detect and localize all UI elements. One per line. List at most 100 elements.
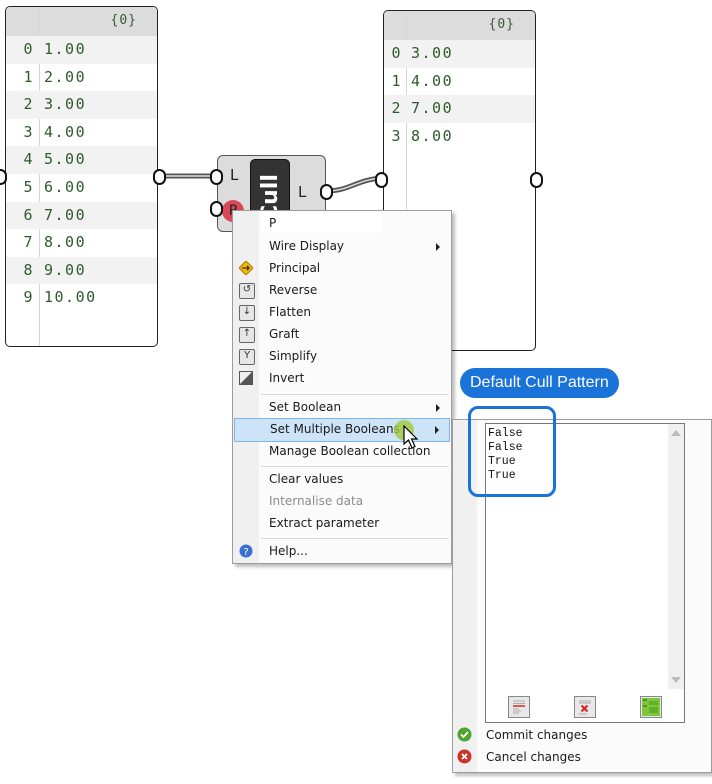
cancel-label: Cancel changes: [486, 750, 581, 764]
delete-button[interactable]: [574, 696, 596, 718]
row-value: 8.00: [44, 233, 87, 252]
row-index: 5: [23, 177, 34, 196]
row-value: 5.00: [44, 150, 87, 169]
row-index: 2: [391, 99, 402, 118]
clear-list-button[interactable]: [508, 696, 530, 718]
menu-item-extract-parameter[interactable]: Extract parameter: [234, 513, 450, 535]
row-value: 8.00: [411, 126, 454, 145]
menu-item-label: Wire Display: [269, 239, 345, 253]
row-index: 4: [23, 150, 34, 169]
menu-item-label: Simplify: [269, 349, 318, 363]
help-icon: ?: [239, 544, 253, 558]
output-panel-in-port[interactable]: [375, 172, 388, 188]
simplify-icon: Y: [239, 349, 255, 365]
row-index: 0: [391, 44, 402, 62]
principal-icon: [239, 261, 253, 275]
panel-row: 3 8.00: [384, 123, 535, 151]
vertical-scrollbar[interactable]: [668, 424, 684, 689]
panel-row: 0 3.00: [384, 40, 535, 68]
menu-item-label: Set Boolean: [269, 400, 342, 414]
output-list-label: L: [298, 183, 307, 201]
row-index: 8: [23, 260, 34, 279]
row-value: 9.00: [44, 260, 87, 279]
fill-pattern-icon: [642, 698, 660, 716]
menu-item-label: Extract parameter: [269, 516, 380, 530]
cancel-changes-item[interactable]: Cancel changes: [453, 746, 653, 768]
menu-item-set-boolean[interactable]: Set Boolean: [234, 397, 450, 419]
panel-row: 7 8.00: [6, 229, 157, 257]
cull-list-in-port[interactable]: [210, 169, 223, 185]
input-panel[interactable]: {0} 0 1.00 1 2.00 2 3.00 3 4.00 4 5.00 5 6.00 6 7.00 7…: [5, 6, 158, 347]
panel-row: 1 2.00: [6, 64, 157, 92]
menu-item-label: Flatten: [269, 305, 311, 319]
scroll-down-icon[interactable]: [671, 677, 681, 683]
menu-item-label: Clear values: [269, 472, 344, 486]
submenu-arrow-icon: [436, 243, 440, 251]
output-panel-out-port[interactable]: [530, 172, 543, 188]
menu-item-internalise-data: Internalise data: [234, 491, 450, 513]
invert-icon: [239, 371, 253, 385]
panel-row: 6 7.00: [6, 201, 157, 230]
param-name-text: P: [269, 216, 277, 230]
menu-item-clear-values[interactable]: Clear values: [234, 469, 450, 491]
menu-item-label: Reverse: [269, 283, 318, 297]
graft-icon: ↑: [239, 327, 255, 343]
menu-item-principal[interactable]: Principal: [234, 258, 450, 280]
row-index: 9: [23, 288, 34, 307]
menu-item-wire-display[interactable]: Wire Display: [234, 236, 450, 258]
row-value: 10.00: [44, 288, 97, 307]
submenu-arrow-icon: [436, 404, 440, 412]
menu-item-reverse[interactable]: ↺ Reverse: [234, 280, 450, 302]
panel-rows: 0 1.00 1 2.00 2 3.00 3 4.00 4 5.00 5 6.00 6 7.00 7 8.00…: [6, 36, 157, 312]
input-panel-out-port[interactable]: [153, 169, 166, 185]
menu-item-label: Internalise data: [269, 494, 364, 508]
menu-item-label: Help...: [269, 544, 308, 558]
input-list-label: L: [230, 166, 239, 184]
context-menu: P Wire Display Principal ↺ Reverse ↓ Fla…: [232, 210, 452, 564]
panel-header: {0}: [6, 7, 157, 36]
menu-item-simplify[interactable]: Y Simplify: [234, 346, 450, 368]
reverse-icon: ↺: [239, 283, 255, 299]
row-index: 1: [391, 71, 402, 90]
row-index: 0: [23, 40, 34, 58]
panel-row: 9 10.00: [6, 284, 157, 312]
param-name-field[interactable]: P: [261, 213, 381, 233]
commit-changes-item[interactable]: Commit changes: [453, 724, 653, 746]
row-index: 1: [23, 67, 34, 86]
annotation-highlight-box: [468, 406, 556, 497]
row-value: 6.00: [44, 177, 87, 196]
panel-row: 5 6.00: [6, 174, 157, 202]
panel-row: 4 5.00: [6, 146, 157, 174]
scroll-up-icon[interactable]: [671, 430, 681, 436]
panel-row: 3 4.00: [6, 119, 157, 147]
menu-item-flatten[interactable]: ↓ Flatten: [234, 302, 450, 324]
menu-separator: [261, 466, 449, 467]
row-value: 1.00: [44, 40, 87, 58]
commit-label: Commit changes: [486, 728, 588, 742]
mouse-pointer-icon: [403, 425, 419, 449]
submenu-arrow-icon: [435, 426, 439, 434]
row-index: 2: [23, 95, 34, 114]
menu-item-label: Set Multiple Booleans: [270, 422, 400, 436]
row-value: 4.00: [411, 71, 454, 90]
menu-item-help[interactable]: ? Help...: [234, 541, 450, 563]
cull-out-port[interactable]: [320, 184, 333, 200]
menu-item-invert[interactable]: Invert: [234, 368, 450, 390]
menu-item-graft[interactable]: ↑ Graft: [234, 324, 450, 346]
row-index: 3: [391, 126, 402, 145]
row-value: 7.00: [411, 99, 454, 118]
fill-pattern-button[interactable]: [640, 696, 662, 718]
menu-item-label: Invert: [269, 371, 305, 385]
menu-item-label: Principal: [269, 261, 321, 275]
panel-row: 2 3.00: [6, 91, 157, 119]
annotation-callout: Default Cull Pattern: [460, 368, 619, 398]
svg-text:?: ?: [243, 547, 248, 558]
menu-separator: [261, 538, 449, 539]
panel-row: 0 1.00: [6, 36, 157, 64]
delete-icon: [579, 700, 591, 715]
cancel-icon: [457, 749, 472, 764]
panel-row: 2 7.00: [384, 95, 535, 123]
cull-pattern-in-port[interactable]: [210, 201, 223, 217]
menu-item-label: Graft: [269, 327, 300, 341]
row-value: 7.00: [44, 205, 87, 224]
